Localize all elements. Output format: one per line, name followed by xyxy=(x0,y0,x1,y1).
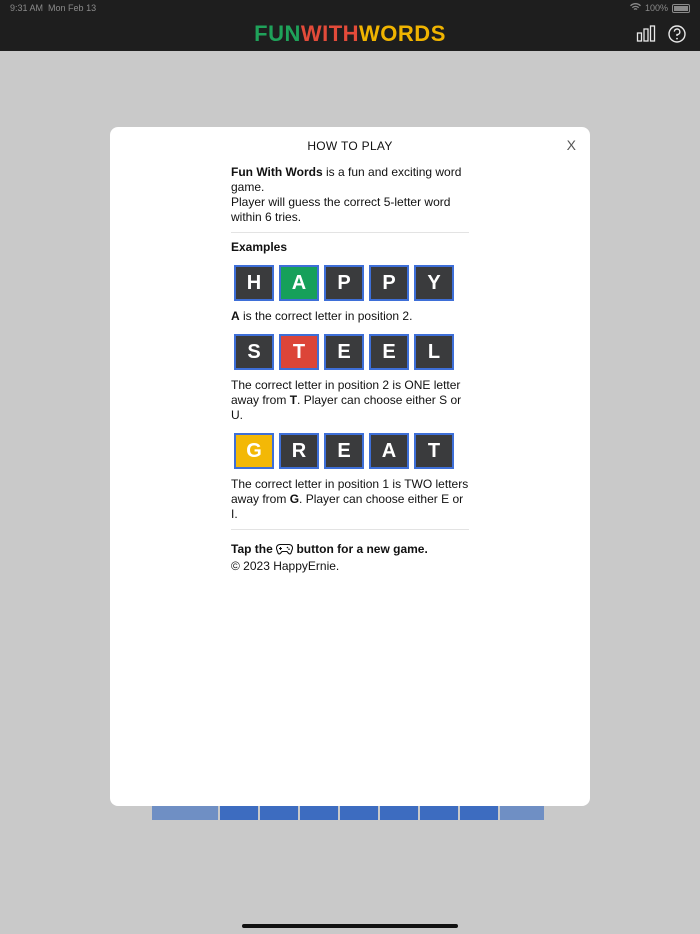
battery-icon xyxy=(672,3,690,13)
example-3-description: The correct letter in position 1 is TWO … xyxy=(231,477,469,521)
letter-tile-two-away: G xyxy=(234,433,274,469)
bar-chart-icon[interactable] xyxy=(636,24,656,44)
intro-game-name: Fun With Words xyxy=(231,165,323,179)
example-1-description: A is the correct letter in position 2. xyxy=(231,309,413,323)
examples-heading: Examples xyxy=(231,240,288,254)
logo-part-with: WITH xyxy=(300,21,360,46)
intro-text: Fun With Words is a fun and exciting wor… xyxy=(231,165,469,225)
letter-tile: A xyxy=(369,433,409,469)
dialog-title: HOW TO PLAY xyxy=(307,139,393,153)
divider xyxy=(231,529,469,530)
wifi-icon xyxy=(630,3,641,13)
gamepad-icon xyxy=(276,543,294,559)
status-bar: 9:31 AM Mon Feb 13 100% xyxy=(0,0,700,16)
dialog-content: Fun With Words is a fun and exciting wor… xyxy=(231,165,469,574)
intro-rules: Player will guess the correct 5-letter w… xyxy=(231,195,451,224)
app-logo: FUNWITHWORDS xyxy=(0,21,700,47)
battery-percent: 100% xyxy=(644,3,668,13)
divider xyxy=(231,232,469,233)
letter-tile: Y xyxy=(414,265,454,301)
example-2-tiles: S T E E L xyxy=(234,334,469,370)
how-to-play-dialog: X HOW TO PLAY Fun With Words is a fun an… xyxy=(110,127,590,806)
logo-part-fun: FUN xyxy=(254,21,301,46)
letter-tile: L xyxy=(414,334,454,370)
letter-tile: E xyxy=(324,334,364,370)
home-indicator xyxy=(242,924,458,928)
example-1-tiles: H A P P Y xyxy=(234,265,469,301)
key xyxy=(340,806,378,820)
letter-tile: S xyxy=(234,334,274,370)
help-icon[interactable] xyxy=(667,24,687,44)
key xyxy=(152,806,218,820)
app-header: FUNWITHWORDS xyxy=(0,16,700,51)
key xyxy=(420,806,458,820)
status-right: 100% xyxy=(630,3,690,13)
key xyxy=(260,806,298,820)
letter-tile: P xyxy=(369,265,409,301)
letter-tile: R xyxy=(279,433,319,469)
key xyxy=(300,806,338,820)
letter-tile: P xyxy=(324,265,364,301)
letter-tile: E xyxy=(369,334,409,370)
logo-part-words: WORDS xyxy=(359,21,446,46)
key xyxy=(460,806,498,820)
example-2-description: The correct letter in position 2 is ONE … xyxy=(231,378,462,422)
key xyxy=(380,806,418,820)
letter-tile-correct: A xyxy=(279,265,319,301)
letter-tile: T xyxy=(414,433,454,469)
letter-tile: E xyxy=(324,433,364,469)
letter-tile: H xyxy=(234,265,274,301)
copyright-text: © 2023 HappyErnie. xyxy=(231,559,340,573)
example-3-tiles: G R E A T xyxy=(234,433,469,469)
keyboard-row-behind-overlay xyxy=(152,806,544,820)
key xyxy=(220,806,258,820)
letter-tile-one-away: T xyxy=(279,334,319,370)
key xyxy=(500,806,544,820)
footer-instruction: Tap the button for a new game. xyxy=(231,542,469,559)
status-time: 9:31 AM Mon Feb 13 xyxy=(10,3,97,13)
